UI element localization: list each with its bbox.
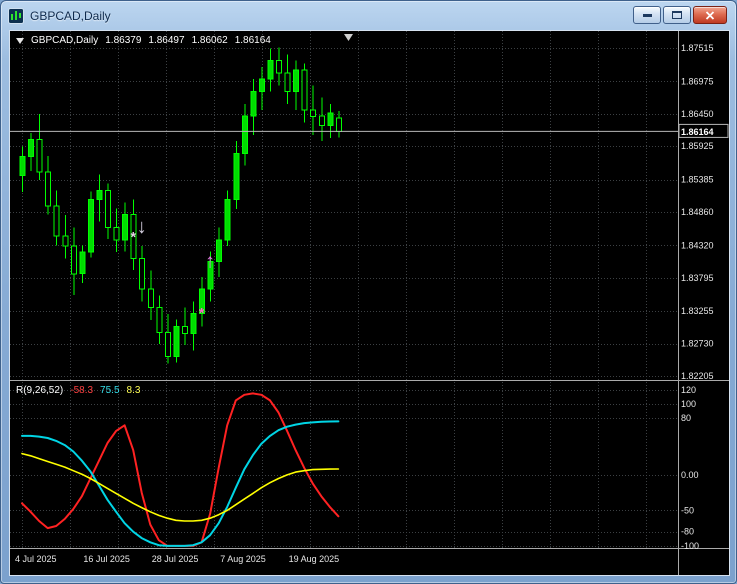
svg-text:1.86975: 1.86975 [681,76,714,86]
maximize-icon [672,11,682,19]
high-value: 1.86497 [148,35,185,46]
svg-text:1.83795: 1.83795 [681,273,714,283]
close-button[interactable] [693,6,727,24]
chart-app-icon [8,7,24,24]
svg-text:7 Aug 2025: 7 Aug 2025 [220,554,266,564]
application-window: GBPCAD,Daily * ↓ * ↑ 1.86164 1.87515 1.86975 1.… [0,0,737,584]
svg-text:1.85925: 1.85925 [681,141,714,151]
low-value: 1.86062 [191,35,228,46]
expand-panel-arrow-icon[interactable] [16,37,24,44]
price-chart[interactable]: * ↓*↑1.861641.875151.869751.864501.859251… [10,31,729,575]
indicator-axis-labels[interactable]: 120 100 80 0.00 -50 -80 -100 [681,385,699,551]
chart-canvas[interactable]: * ↓ * ↑ 1.86164 1.87515 1.86975 1.86450 1.85925 1… [9,30,730,576]
signal-line [21,452,340,522]
symbol-period-label: GBPCAD,Daily [31,35,99,46]
svg-text:1.84860: 1.84860 [681,207,714,217]
svg-text:1.86450: 1.86450 [681,109,714,119]
svg-text:1.83255: 1.83255 [681,306,714,316]
window-title: GBPCAD,Daily [30,8,111,23]
indicator-readout: R(9,26,52) -58.3 75.5 8.3 [16,385,140,396]
indicator-value-1: -58.3 [70,385,94,396]
minimize-icon [642,13,652,17]
indicator-lines-layer [21,392,340,547]
svg-text:4 Jul 2025: 4 Jul 2025 [15,554,57,564]
indicator-value-3: 8.3 [126,385,141,396]
svg-text:-80: -80 [681,527,694,537]
svg-text:0.00: 0.00 [681,470,699,480]
close-icon [705,10,715,20]
pane-separators[interactable] [10,31,729,575]
ohlc-readout: GBPCAD,Daily 1.86379 1.86497 1.86062 1.8… [16,35,271,46]
maximize-button[interactable] [663,6,691,24]
indicator-name: R(9,26,52) [16,385,64,396]
svg-text:1.82730: 1.82730 [681,339,714,349]
svg-text:-50: -50 [681,505,694,515]
price-axis-labels[interactable]: 1.87515 1.86975 1.86450 1.85925 1.85385 1.848… [681,43,714,381]
time-axis-labels[interactable]: 4 Jul 2025 16 Jul 2025 28 Jul 2025 7 Aug 20… [15,554,339,564]
svg-text:19 Aug 2025: 19 Aug 2025 [289,554,340,564]
svg-text:1.87515: 1.87515 [681,43,714,53]
svg-text:28 Jul 2025: 28 Jul 2025 [152,554,199,564]
svg-text:120: 120 [681,385,696,395]
svg-text:100: 100 [681,399,696,409]
star-marker-icon: * [130,229,136,245]
svg-text:1.86164: 1.86164 [681,127,714,137]
titlebar[interactable]: GBPCAD,Daily [1,1,736,30]
grid-layer [10,31,678,548]
indicator-value-2: 75.5 [100,385,120,396]
star-marker-icon: * [199,305,205,321]
open-value: 1.86379 [105,35,142,46]
svg-text:1.82205: 1.82205 [681,371,714,381]
up-arrow-icon: ↑ [205,251,215,273]
svg-text:16 Jul 2025: 16 Jul 2025 [83,554,130,564]
close-value: 1.86164 [234,35,271,46]
svg-text:1.85385: 1.85385 [681,175,714,185]
current-price-line: 1.86164 [10,123,729,138]
minimize-button[interactable] [633,6,661,24]
down-arrow-icon: ↓ [137,216,147,238]
svg-text:-100: -100 [681,541,699,551]
candles-layer [19,47,342,364]
svg-text:80: 80 [681,413,691,423]
window-controls [633,6,727,24]
svg-text:1.84320: 1.84320 [681,240,714,250]
chart-shift-marker-icon[interactable] [344,34,353,41]
